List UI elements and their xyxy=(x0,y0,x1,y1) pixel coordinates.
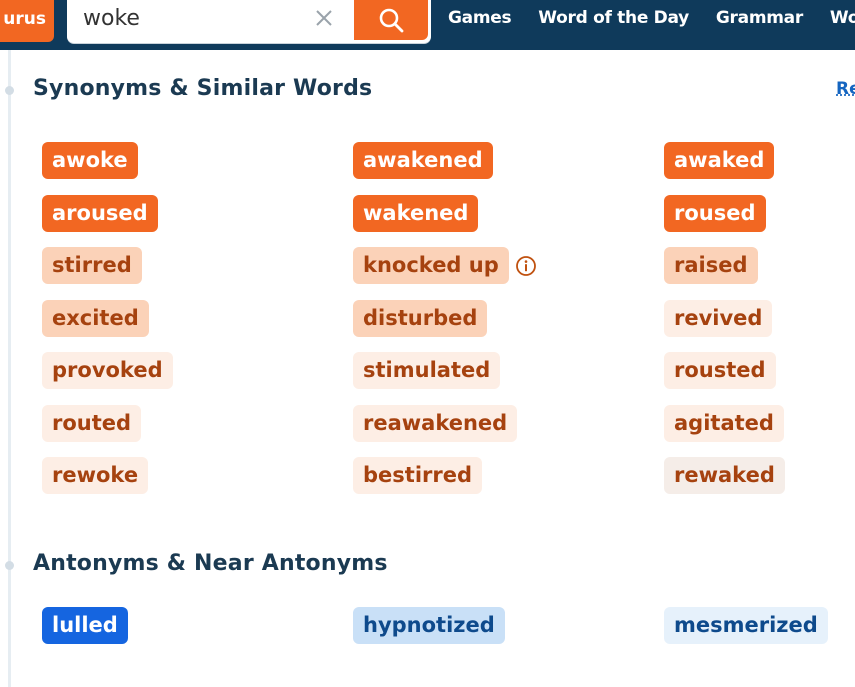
synonym-chip[interactable]: rewoke xyxy=(42,457,149,494)
synonym-chip[interactable]: awaked xyxy=(664,142,775,179)
search-icon xyxy=(379,8,404,33)
synonym-chip[interactable]: awoke xyxy=(42,142,138,179)
info-icon[interactable] xyxy=(515,255,537,277)
synonyms-cell: aroused xyxy=(42,194,158,232)
synonyms-cell: raised xyxy=(664,247,758,284)
search-input[interactable] xyxy=(83,0,303,36)
related-link[interactable]: Re xyxy=(836,79,855,99)
synonym-chip[interactable]: aroused xyxy=(42,194,158,232)
synonyms-cell: awaked xyxy=(664,142,775,179)
thesaurus-tab[interactable]: urus xyxy=(0,0,54,42)
synonym-chip[interactable]: excited xyxy=(42,299,149,337)
antonym-chip[interactable]: lulled xyxy=(42,607,128,644)
synonyms-heading: Synonyms & Similar Words xyxy=(33,76,373,101)
synonym-chip[interactable]: stirred xyxy=(42,247,142,284)
synonyms-row: stirred knocked up raised xyxy=(42,247,855,287)
nav-word-finder[interactable]: Word xyxy=(830,0,855,38)
synonym-chip[interactable]: wakened xyxy=(353,194,479,232)
synonym-chip[interactable]: provoked xyxy=(42,352,173,389)
antonyms-row: lulled hypnotized mesmerized xyxy=(42,607,855,647)
close-icon xyxy=(316,10,332,26)
antonyms-cell: lulled xyxy=(42,607,128,644)
timeline-dot xyxy=(5,86,14,95)
antonym-chip[interactable]: mesmerized xyxy=(664,607,828,644)
synonym-chip[interactable]: roused xyxy=(664,194,766,232)
synonym-chip[interactable]: revived xyxy=(664,299,773,337)
main-nav: Games Word of the Day Grammar Word xyxy=(448,0,855,38)
synonyms-row: aroused wakened roused xyxy=(42,194,855,235)
thesaurus-tab-label: urus xyxy=(3,9,46,29)
synonym-chip[interactable]: rewaked xyxy=(664,457,785,494)
synonyms-cell: rewoke xyxy=(42,457,149,494)
synonyms-cell: rousted xyxy=(664,352,776,389)
timeline-line xyxy=(8,50,11,687)
synonyms-row: routed reawakened agitated xyxy=(42,404,855,445)
synonyms-cell: roused xyxy=(664,194,766,232)
synonyms-row: excited disturbed revived xyxy=(42,299,855,340)
nav-grammar[interactable]: Grammar xyxy=(716,0,803,38)
nav-games[interactable]: Games xyxy=(448,0,512,38)
synonyms-cell: awoke xyxy=(42,142,138,179)
synonyms-row: awoke awakened awaked xyxy=(42,142,855,182)
synonym-chip[interactable]: disturbed xyxy=(353,299,488,337)
synonyms-cell: stimulated xyxy=(353,352,501,389)
search-box xyxy=(67,0,431,43)
synonyms-cell: reawakened xyxy=(353,404,518,442)
synonyms-cell: wakened xyxy=(353,194,479,232)
synonyms-cell: stirred xyxy=(42,247,142,284)
synonym-chip[interactable]: knocked up xyxy=(353,247,509,284)
nav-word-of-the-day[interactable]: Word of the Day xyxy=(538,0,689,38)
synonyms-cell: excited xyxy=(42,299,149,337)
timeline-dot xyxy=(5,561,14,570)
synonym-chip[interactable]: raised xyxy=(664,247,758,284)
synonym-chip[interactable]: awakened xyxy=(353,142,493,179)
antonyms-cell: hypnotized xyxy=(353,607,505,644)
synonym-chip[interactable]: agitated xyxy=(664,404,784,442)
synonyms-cell: awakened xyxy=(353,142,493,179)
synonyms-cell: knocked up xyxy=(353,247,537,284)
search-button[interactable] xyxy=(354,0,428,40)
synonym-chip[interactable]: rousted xyxy=(664,352,776,389)
synonyms-cell: agitated xyxy=(664,404,784,442)
synonyms-cell: provoked xyxy=(42,352,173,389)
synonyms-cell: rewaked xyxy=(664,457,785,494)
top-bar: urus Games Word of the Day Grammar Word xyxy=(0,0,855,50)
synonyms-row: provoked stimulated rousted xyxy=(42,352,855,392)
antonym-chip[interactable]: hypnotized xyxy=(353,607,505,644)
synonym-chip[interactable]: routed xyxy=(42,404,142,442)
synonyms-cell: disturbed xyxy=(353,299,488,337)
antonyms-cell: mesmerized xyxy=(664,607,828,644)
clear-search-button[interactable] xyxy=(310,4,338,32)
synonyms-row: rewoke bestirred rewaked xyxy=(42,457,855,497)
synonym-chip[interactable]: reawakened xyxy=(353,404,518,442)
synonym-chip[interactable]: stimulated xyxy=(353,352,501,389)
synonyms-cell: revived xyxy=(664,299,773,337)
synonyms-cell: bestirred xyxy=(353,457,482,494)
antonyms-heading: Antonyms & Near Antonyms xyxy=(33,551,388,576)
synonym-chip[interactable]: bestirred xyxy=(353,457,482,494)
synonyms-cell: routed xyxy=(42,404,142,442)
